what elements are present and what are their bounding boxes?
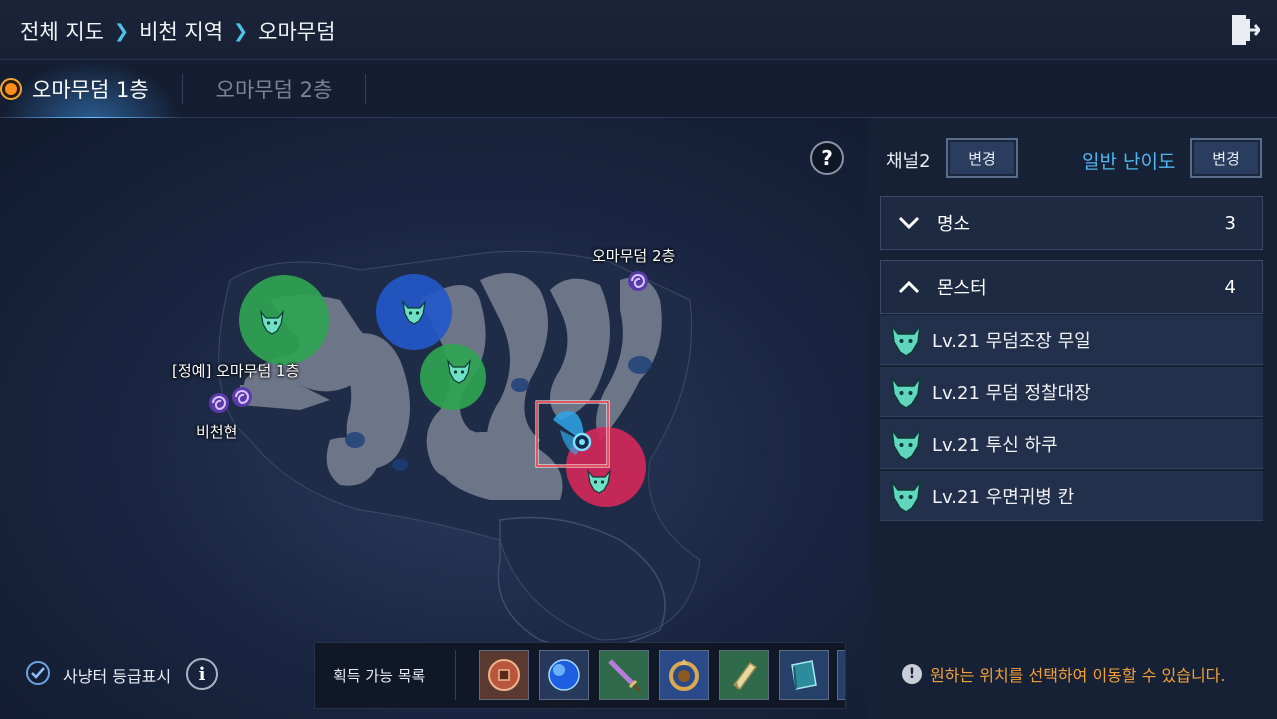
tab-floor-1[interactable]: 오마무덤 1층 xyxy=(0,60,182,119)
divider xyxy=(455,650,456,700)
section-landmarks-label: 명소 xyxy=(937,214,971,235)
tab-floor-2-label: 오마무덤 2층 xyxy=(215,78,333,102)
map-terrain[interactable] xyxy=(0,118,868,719)
monster-name: Lv.21 무덤 정찰대장 xyxy=(932,382,1091,404)
channel-label: 채널2 xyxy=(886,151,931,172)
scroll-icon[interactable] xyxy=(719,650,769,700)
label-floor2-portal[interactable]: 오마무덤 2층 xyxy=(592,245,675,266)
help-button[interactable]: ? xyxy=(810,141,844,175)
alert-icon: ! xyxy=(902,664,922,684)
info-button[interactable]: i xyxy=(186,658,218,690)
monster-head-icon xyxy=(880,322,932,358)
monster-list-item[interactable]: Lv.21 투신 하쿠 xyxy=(880,419,1263,469)
exit-button[interactable] xyxy=(1227,12,1263,48)
notice-text: 원하는 위치를 선택하여 이동할 수 있습니다. xyxy=(930,666,1226,685)
difficulty-label: 일반 난이도 xyxy=(1082,151,1176,173)
monster-list-item[interactable]: Lv.21 무덤조장 무일 xyxy=(880,315,1263,365)
top-bar: 전체 지도 ❯ 비천 지역 ❯ 오마무덤 xyxy=(0,0,1277,60)
portal-swirl-icon[interactable] xyxy=(628,271,648,291)
book-icon[interactable] xyxy=(779,650,829,700)
breadcrumb-region[interactable]: 비천 지역 xyxy=(139,16,223,46)
breadcrumb-dungeon: 오마무덤 xyxy=(258,20,336,44)
checkmark-icon xyxy=(31,667,45,679)
monster-head-icon xyxy=(880,374,932,410)
exit-door-icon xyxy=(1232,15,1260,45)
loot-list-label: 획득 가능 목록 xyxy=(333,667,426,685)
monster-list-item[interactable]: Lv.21 무덤 정찰대장 xyxy=(880,367,1263,417)
tab-floor-1-label: 오마무덤 1층 xyxy=(32,78,149,102)
grade-display-label: 사냥터 등급표시 xyxy=(63,667,172,686)
chevron-right-icon: ❯ xyxy=(113,20,130,42)
loot-overflow-item[interactable] xyxy=(837,650,845,700)
coin-icon[interactable] xyxy=(479,650,529,700)
chevron-down-icon xyxy=(881,216,937,230)
grade-display-checkbox[interactable] xyxy=(26,661,50,685)
monster-list-item[interactable]: Lv.21 우면귀병 칸 xyxy=(880,471,1263,521)
section-monsters-label: 몬스터 xyxy=(937,278,987,299)
chevron-right-icon: ❯ xyxy=(233,20,249,42)
selected-dot-icon xyxy=(0,78,22,100)
portal-swirl-icon[interactable] xyxy=(209,393,229,413)
difficulty-change-button[interactable]: 변경 xyxy=(1190,138,1262,178)
monster-zone-green-1[interactable] xyxy=(239,275,329,365)
monster-head-icon xyxy=(880,478,932,514)
monster-head-icon xyxy=(880,426,932,462)
label-bicheon[interactable]: 비천현 xyxy=(196,421,237,442)
section-landmarks-count: 3 xyxy=(1224,212,1236,234)
monster-name: Lv.21 우면귀병 칸 xyxy=(932,486,1075,508)
tab-floor-2[interactable]: 오마무덤 2층 xyxy=(182,60,366,118)
section-monsters-count: 4 xyxy=(1224,276,1236,298)
breadcrumb-world-map[interactable]: 전체 지도 xyxy=(20,16,104,46)
section-monsters[interactable]: 몬스터 4 xyxy=(880,260,1263,314)
floor-tabs: 오마무덤 1층 오마무덤 2층 xyxy=(0,60,1277,119)
sword-icon[interactable] xyxy=(599,650,649,700)
breadcrumb: 전체 지도 ❯ 비천 지역 ❯ 오마무덤 xyxy=(20,16,335,46)
move-notice: ! 원하는 위치를 선택하여 이동할 수 있습니다. xyxy=(902,662,1225,686)
channel-change-button[interactable]: 변경 xyxy=(946,138,1018,178)
tab-divider xyxy=(365,74,366,104)
chevron-up-icon xyxy=(881,280,937,294)
monster-name: Lv.21 무덤조장 무일 xyxy=(932,330,1091,352)
blue-orb-icon[interactable] xyxy=(539,650,589,700)
dragon-amulet-icon[interactable] xyxy=(659,650,709,700)
dungeon-map[interactable]: 오마무덤 2층 [정예] 오마무덤 1층 비천현 xyxy=(0,118,868,719)
monster-name: Lv.21 투신 하쿠 xyxy=(932,434,1058,456)
section-landmarks[interactable]: 명소 3 xyxy=(880,196,1263,250)
label-elite-floor1[interactable]: [정예] 오마무덤 1층 xyxy=(172,360,299,381)
portal-swirl-icon[interactable] xyxy=(232,387,252,407)
